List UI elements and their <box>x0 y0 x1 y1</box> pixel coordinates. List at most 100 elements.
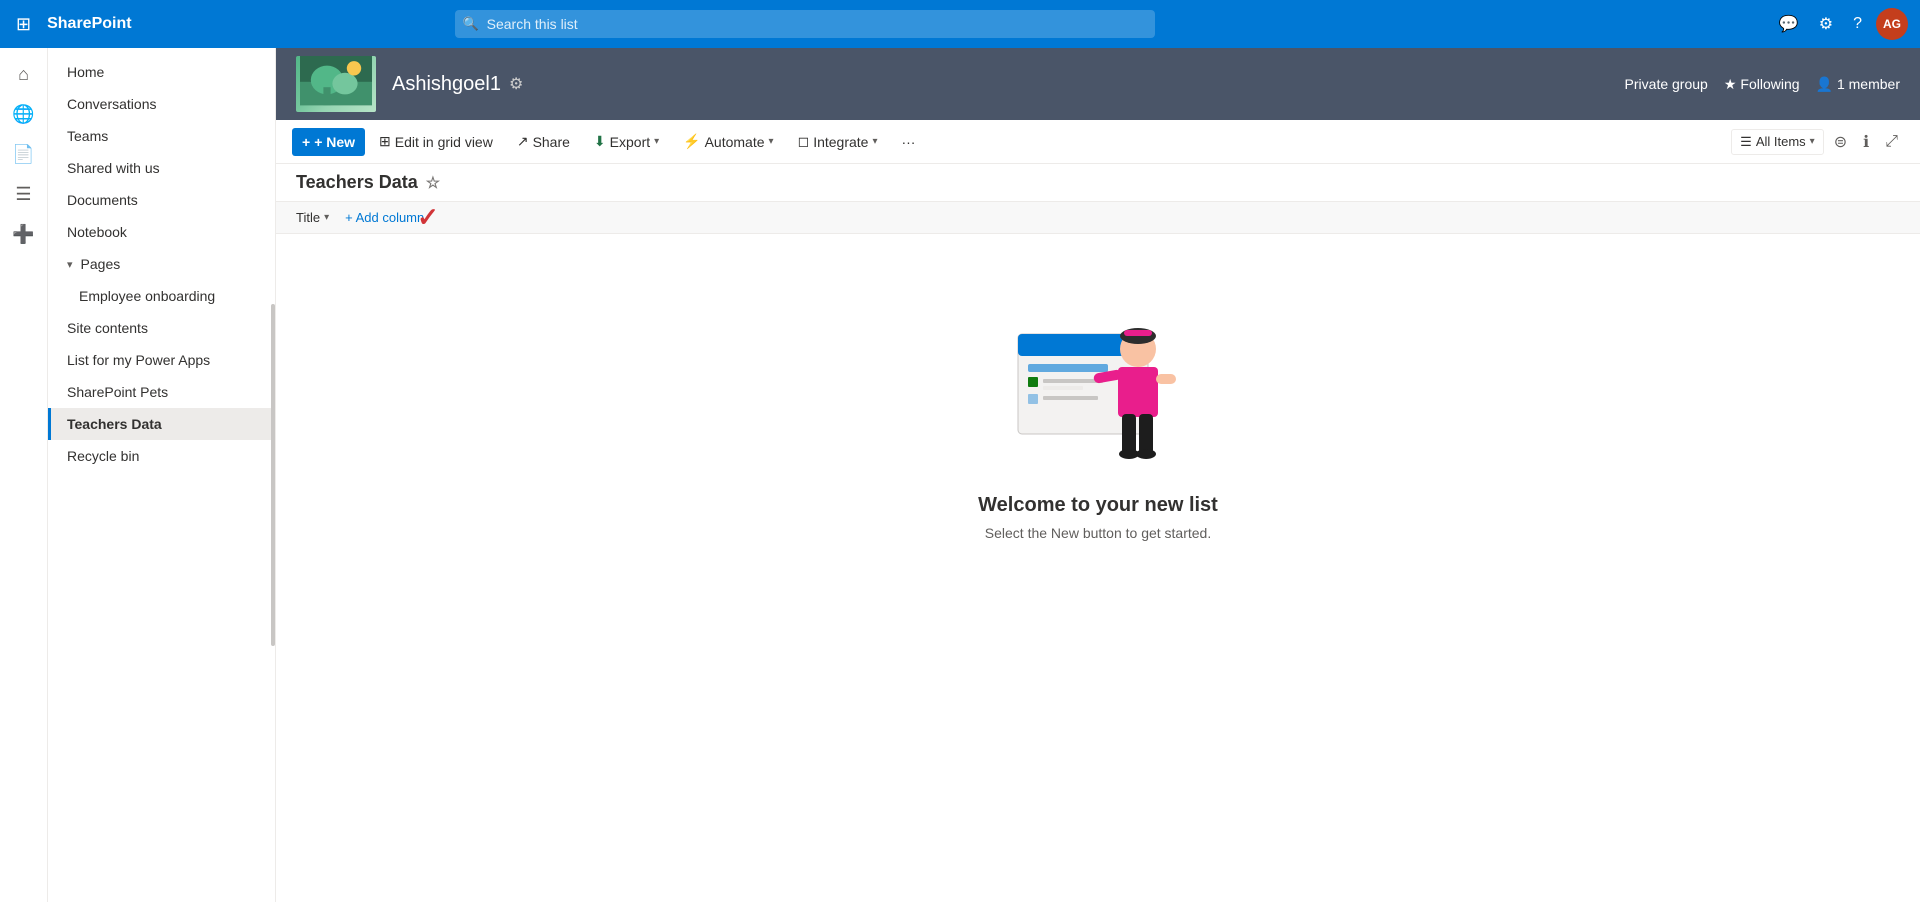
feedback-icon[interactable]: 💬 <box>1773 10 1805 38</box>
grid-icon: ⊞ <box>379 133 391 150</box>
waffle-icon[interactable]: ⊞ <box>12 10 35 39</box>
more-label: ··· <box>901 134 915 150</box>
integrate-chevron-icon: ▾ <box>872 136 877 147</box>
share-label: Share <box>533 134 570 150</box>
sidebar-item-label: Recycle bin <box>67 448 139 464</box>
search-icon: 🔍 <box>463 16 479 32</box>
export-button[interactable]: ⬇ Export ▾ <box>584 127 669 156</box>
command-bar-right: ☰ All Items ▾ ⊜ ℹ ⤢ <box>1731 128 1904 156</box>
new-button-label: + New <box>314 134 355 150</box>
all-items-label: All Items <box>1756 134 1806 149</box>
title-column-label: Title <box>296 210 320 225</box>
edit-grid-label: Edit in grid view <box>395 134 493 150</box>
empty-state-subtitle: Select the New button to get started. <box>985 525 1211 541</box>
sidebar-item-teams[interactable]: Teams <box>48 120 275 152</box>
export-icon: ⬇ <box>594 133 606 150</box>
empty-illustration <box>998 294 1198 474</box>
add-column-button[interactable]: + Add column <box>337 206 432 229</box>
share-icon: ↗ <box>517 133 529 150</box>
command-bar: + + New ⊞ Edit in grid view ↗ Share ⬇ Ex… <box>276 120 1920 164</box>
list-icon[interactable]: ☰ <box>6 176 42 212</box>
sidebar-item-label: SharePoint Pets <box>67 384 168 400</box>
sidebar-item-label: Teams <box>67 128 108 144</box>
content-area: Ashishgoel1 ⚙ Private group ★ Following … <box>276 48 1920 902</box>
filter-button[interactable]: ⊜ <box>1828 128 1853 156</box>
integrate-label: Integrate <box>813 134 868 150</box>
following-button[interactable]: ★ Following <box>1724 76 1800 93</box>
sidebar-item-label: Pages <box>81 256 121 272</box>
list-content: Teachers Data ☆ Title ▾ + Add column ✓ <box>276 164 1920 902</box>
all-items-button[interactable]: ☰ All Items ▾ <box>1731 129 1824 155</box>
edit-grid-button[interactable]: ⊞ Edit in grid view <box>369 127 503 156</box>
all-items-chevron-icon: ▾ <box>1810 136 1815 147</box>
sidebar-item-label: Documents <box>67 192 138 208</box>
avatar[interactable]: AG <box>1876 8 1908 40</box>
search-bar: 🔍 <box>455 10 1155 38</box>
sidebar-item-label: Shared with us <box>67 160 160 176</box>
settings-icon[interactable]: ⚙ <box>1813 10 1839 38</box>
site-thumbnail-image <box>296 56 376 112</box>
site-header: Ashishgoel1 ⚙ Private group ★ Following … <box>276 48 1920 120</box>
help-icon[interactable]: ? <box>1847 11 1868 37</box>
sidebar-item-label: Teachers Data <box>67 416 162 432</box>
sidebar-item-pages[interactable]: ▾ Pages <box>48 248 275 280</box>
sidebar-scrollbar[interactable] <box>271 304 275 646</box>
sidebar-item-label: Employee onboarding <box>79 288 215 304</box>
sidebar-item-shared[interactable]: Shared with us <box>48 152 275 184</box>
sidebar-item-sharepoint-pets[interactable]: SharePoint Pets <box>48 376 275 408</box>
sidebar-item-home[interactable]: Home <box>48 56 275 88</box>
site-navigation: Home Conversations Teams Shared with us … <box>48 48 276 902</box>
site-thumbnail <box>296 56 376 112</box>
home-icon[interactable]: ⌂ <box>6 56 42 92</box>
sidebar-item-notebook[interactable]: Notebook <box>48 216 275 248</box>
favorite-star-icon[interactable]: ☆ <box>426 173 440 193</box>
sidebar-item-conversations[interactable]: Conversations <box>48 88 275 120</box>
sidebar-item-employee-onboarding[interactable]: Employee onboarding <box>48 280 275 312</box>
sharepoint-logo[interactable]: SharePoint <box>47 15 131 33</box>
collapse-pages-button[interactable]: ▾ <box>67 258 73 271</box>
sidebar-item-label: List for my Power Apps <box>67 352 210 368</box>
title-sort-icon: ▾ <box>324 212 329 223</box>
integrate-icon: ◻ <box>798 133 810 150</box>
sidebar-item-label: Site contents <box>67 320 148 336</box>
export-chevron-icon: ▾ <box>654 136 659 147</box>
plus-icon: + <box>302 134 310 150</box>
automate-chevron-icon: ▾ <box>769 136 774 147</box>
info-button[interactable]: ℹ <box>1857 128 1875 156</box>
top-nav-right: 💬 ⚙ ? AG <box>1773 8 1908 40</box>
search-input[interactable] <box>455 10 1155 38</box>
list-title-text: Teachers Data <box>296 172 418 193</box>
list-title: Teachers Data ☆ <box>296 172 440 193</box>
add-column-label: + Add column <box>345 210 424 225</box>
empty-state-title: Welcome to your new list <box>978 494 1218 517</box>
new-button[interactable]: + + New <box>292 128 365 156</box>
share-button[interactable]: ↗ Share <box>507 127 580 156</box>
automate-button[interactable]: ⚡ Automate ▾ <box>673 127 783 156</box>
globe-icon[interactable]: 🌐 <box>6 96 42 132</box>
fullscreen-button[interactable]: ⤢ <box>1879 129 1904 155</box>
sidebar-item-site-contents[interactable]: Site contents <box>48 312 275 344</box>
view-lines-icon: ☰ <box>1740 134 1752 150</box>
sidebar-item-teachers-data[interactable]: Teachers Data <box>48 408 275 440</box>
members-button[interactable]: 👤 1 member <box>1816 76 1900 93</box>
private-group-label: Private group <box>1625 76 1708 92</box>
more-button[interactable]: ··· <box>891 128 925 156</box>
automate-label: Automate <box>705 134 765 150</box>
add-site-icon[interactable]: ➕ <box>6 216 42 252</box>
page-icon[interactable]: 📄 <box>6 136 42 172</box>
sidebar-item-documents[interactable]: Documents <box>48 184 275 216</box>
site-header-right: Private group ★ Following 👤 1 member <box>1625 76 1900 93</box>
sidebar-item-power-apps[interactable]: List for my Power Apps <box>48 344 275 376</box>
title-column-header[interactable]: Title ▾ <box>296 206 337 229</box>
automate-icon: ⚡ <box>683 133 700 150</box>
top-navigation: ⊞ SharePoint 🔍 💬 ⚙ ? AG <box>0 0 1920 48</box>
site-settings-icon[interactable]: ⚙ <box>509 74 523 94</box>
column-headers: Title ▾ + Add column ✓ <box>276 202 1920 234</box>
icon-strip: ⌂ 🌐 📄 ☰ ➕ <box>0 48 48 902</box>
sidebar-item-label: Conversations <box>67 96 157 112</box>
sidebar-item-label: Notebook <box>67 224 127 240</box>
site-nav-scroll: Home Conversations Teams Shared with us … <box>48 48 275 902</box>
main-layout: ⌂ 🌐 📄 ☰ ➕ Home Conversations Teams Share… <box>0 48 1920 902</box>
integrate-button[interactable]: ◻ Integrate ▾ <box>788 127 888 156</box>
sidebar-item-recycle-bin[interactable]: Recycle bin <box>48 440 275 472</box>
